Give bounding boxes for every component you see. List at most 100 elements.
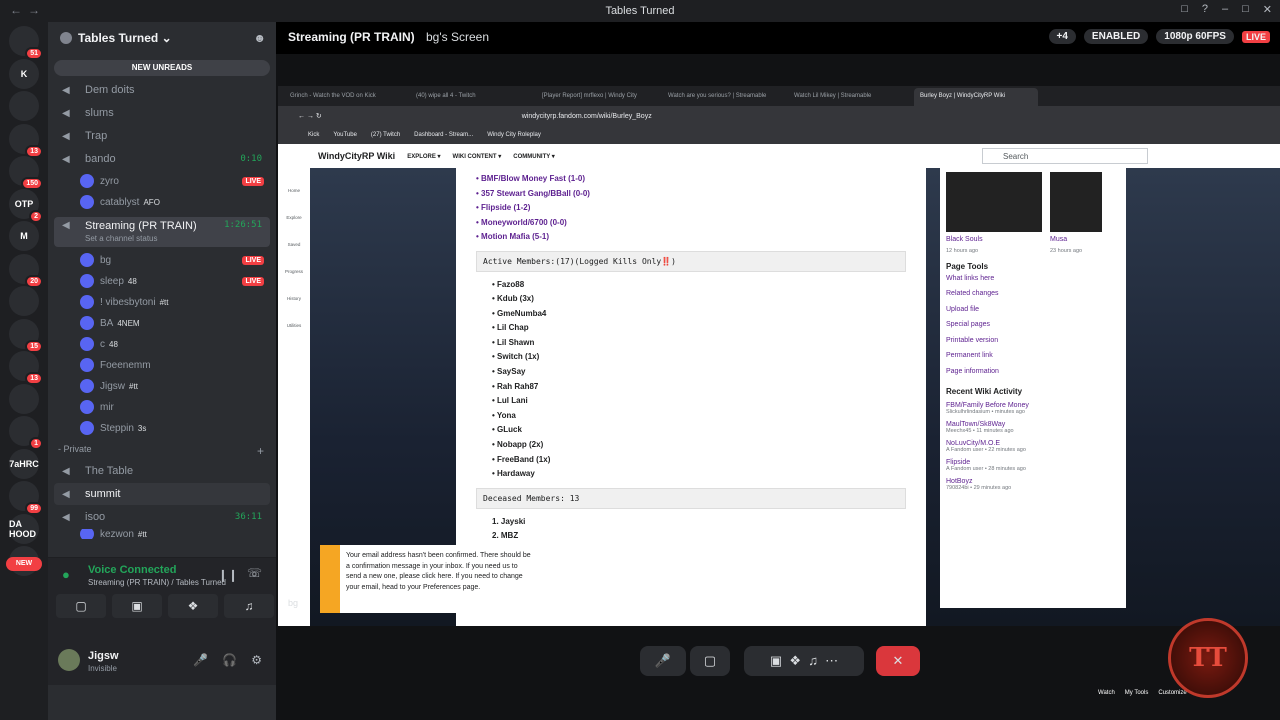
wiki-rail-item[interactable]: Utilities <box>278 323 310 328</box>
server-icon[interactable]: 7aHRC <box>9 448 39 479</box>
faction-link[interactable]: • Moneyworld/6700 (0-0) <box>476 216 906 231</box>
activity-link[interactable]: HotBoyz <box>946 478 1120 485</box>
bookmark[interactable]: Dashboard - Stream... <box>414 132 473 138</box>
url-text[interactable]: windycityrp.fandom.com/wiki/Burley_Boyz <box>522 113 652 120</box>
bookmark[interactable]: (27) Twitch <box>371 132 400 138</box>
voice-channel[interactable]: ◀ Trap <box>54 125 270 147</box>
voice-channel-streaming[interactable]: ◀ Streaming (PR TRAIN) 1:26:51 Set a channe… <box>54 217 270 247</box>
wiki-brand[interactable]: WindyCityRP Wiki <box>318 151 395 161</box>
soundboard-button[interactable]: ♫ <box>224 594 274 618</box>
footer-link[interactable]: Customize <box>1158 690 1186 696</box>
footer-link[interactable]: My Tools <box>1125 690 1149 696</box>
gallery-title[interactable]: Musa <box>1050 232 1102 248</box>
voice-user[interactable]: ! vibesbytoni #tt <box>80 292 270 312</box>
footer-link[interactable]: Watch <box>1098 690 1115 696</box>
page-tool-link[interactable]: Special pages <box>946 317 1120 333</box>
search-input[interactable]: Search <box>982 148 1148 164</box>
bookmark[interactable]: YouTube <box>333 132 357 138</box>
wiki-nav-item[interactable]: WIKI CONTENT ▾ <box>453 153 502 160</box>
voice-sub[interactable]: Streaming (PR TRAIN) / Tables Turned <box>88 578 226 587</box>
faction-link[interactable]: • 357 Stewart Gang/BBall (0-0) <box>476 187 906 202</box>
share-controls[interactable]: ▣ ❖ ♫ ⋯ <box>744 646 864 676</box>
wiki-rail-item[interactable]: Explore <box>278 215 310 220</box>
faction-link[interactable]: • BMF/Blow Money Fast (1-0) <box>476 172 906 187</box>
headphone-icon[interactable]: 🎧 <box>222 653 237 667</box>
camera-button[interactable]: ▢ <box>56 594 106 618</box>
activity-link[interactable]: FBM/Family Before Money <box>946 402 1120 409</box>
server-icon[interactable]: OTP 2 <box>9 188 43 223</box>
new-badge[interactable]: NEW <box>6 557 42 571</box>
maximize-button[interactable]: □ <box>1242 3 1249 16</box>
quality-badge[interactable]: 1080p 60FPS <box>1156 29 1234 44</box>
browser-tab[interactable]: Watch are you serious? | Streamable <box>662 88 786 106</box>
bookmark[interactable]: Kick <box>308 132 319 138</box>
server-icon[interactable]: DA HOOD <box>9 513 39 544</box>
voice-user[interactable]: zyro LIVE <box>80 171 270 191</box>
server-icon[interactable]: 15 <box>9 318 43 353</box>
guild-header[interactable]: Tables Turned ⌄ ☻ <box>48 22 276 54</box>
back-icon[interactable]: ← → ↻ <box>298 112 322 120</box>
server-icon[interactable]: 99 <box>9 481 43 515</box>
browser-tab[interactable]: Watch Lil Mikey | Streamable <box>788 88 912 106</box>
channel-status[interactable]: Set a channel status <box>85 234 158 243</box>
close-button[interactable]: ✕ <box>1263 3 1272 16</box>
page-tool-link[interactable]: Upload file <box>946 302 1120 318</box>
voice-user[interactable]: catablyst AFO <box>80 192 270 212</box>
activity-button[interactable]: ❖ <box>168 594 218 618</box>
server-icon[interactable]: 150 <box>9 156 43 190</box>
inbox-icon[interactable]: □ <box>1181 3 1188 16</box>
server-icon[interactable]: M <box>9 221 39 251</box>
wiki-rail-item[interactable]: Progress <box>278 269 310 274</box>
voice-channel[interactable]: ◀ summit <box>54 483 270 505</box>
browser-tab[interactable]: [Player Report] mrflexo | Windy City <box>536 88 660 106</box>
viewer-count[interactable]: +4 <box>1048 29 1076 44</box>
server-icon[interactable]: K <box>9 58 39 89</box>
voice-channel[interactable]: ◀ Dem doits <box>54 79 270 101</box>
activity-link[interactable]: NoLuvCity/M.O.E <box>946 440 1120 447</box>
voice-channel[interactable]: ◀ bando 0:10 <box>54 148 270 170</box>
help-icon[interactable]: ? <box>1202 3 1208 16</box>
page-tool-link[interactable]: Permanent link <box>946 348 1120 364</box>
wiki-rail-item[interactable]: Saved <box>278 242 310 247</box>
disconnect-icon[interactable]: ☏ <box>247 566 262 580</box>
voice-user[interactable]: Jigsw #tt <box>80 376 270 396</box>
voice-channel[interactable]: ◀ The Table <box>54 460 270 482</box>
server-icon[interactable]: 13 <box>9 351 43 385</box>
activity-link[interactable]: MaulTown/Sk8Way <box>946 421 1120 428</box>
end-stream-button[interactable]: ✕ <box>876 646 920 676</box>
voice-channel[interactable]: ◀ isoo 36:11 <box>54 506 270 528</box>
category-private[interactable]: - Private <box>58 444 92 454</box>
voice-channel[interactable]: ◀ slums <box>54 102 270 124</box>
voice-user[interactable]: sleep 48 LIVE <box>80 271 270 291</box>
wiki-nav-item[interactable]: EXPLORE ▾ <box>407 153 440 160</box>
window-controls[interactable]: □? – □ ✕ <box>1181 3 1272 16</box>
server-icon[interactable] <box>9 91 39 121</box>
voice-user[interactable]: BA 4NEM <box>80 313 270 333</box>
camera-toggle-button[interactable]: ▢ <box>690 646 730 676</box>
noise-icon[interactable]: ❙❙ <box>218 568 238 582</box>
voice-user[interactable]: Foeenemm <box>80 355 270 375</box>
server-icon[interactable]: 13 <box>9 123 43 158</box>
server-icon[interactable]: 20 <box>9 253 43 288</box>
voice-user[interactable]: bg LIVE <box>80 250 270 270</box>
avatar[interactable] <box>58 649 80 671</box>
browser-tab[interactable]: Grinch - Watch the VOD on Kick <box>284 88 408 106</box>
add-channel-icon[interactable]: + <box>257 444 264 458</box>
faction-link[interactable]: • Flipside (1-2) <box>476 201 906 216</box>
page-tool-link[interactable]: Printable version <box>946 333 1120 349</box>
browser-tab[interactable]: (40) wipe all 4 - Twitch <box>410 88 534 106</box>
voice-status[interactable]: Voice Connected <box>88 564 176 576</box>
server-icon[interactable]: 51 <box>9 26 43 60</box>
page-tool-link[interactable]: Related changes <box>946 286 1120 302</box>
bookmark[interactable]: Windy City Roleplay <box>487 132 541 138</box>
wiki-rail-item[interactable]: History <box>278 296 310 301</box>
minimize-button[interactable]: – <box>1222 3 1228 16</box>
page-tool-link[interactable]: Page information <box>946 364 1120 380</box>
wiki-nav-item[interactable]: COMMUNITY ▾ <box>513 153 555 160</box>
activity-link[interactable]: Flipside <box>946 459 1120 466</box>
server-icon[interactable] <box>9 286 39 316</box>
screenshare-button[interactable]: ▣ <box>112 594 162 618</box>
mic-button[interactable]: 🎤 <box>640 646 686 676</box>
voice-user[interactable]: kezwon #tt <box>80 529 270 539</box>
faction-link[interactable]: • Motion Mafia (5-1) <box>476 230 906 245</box>
